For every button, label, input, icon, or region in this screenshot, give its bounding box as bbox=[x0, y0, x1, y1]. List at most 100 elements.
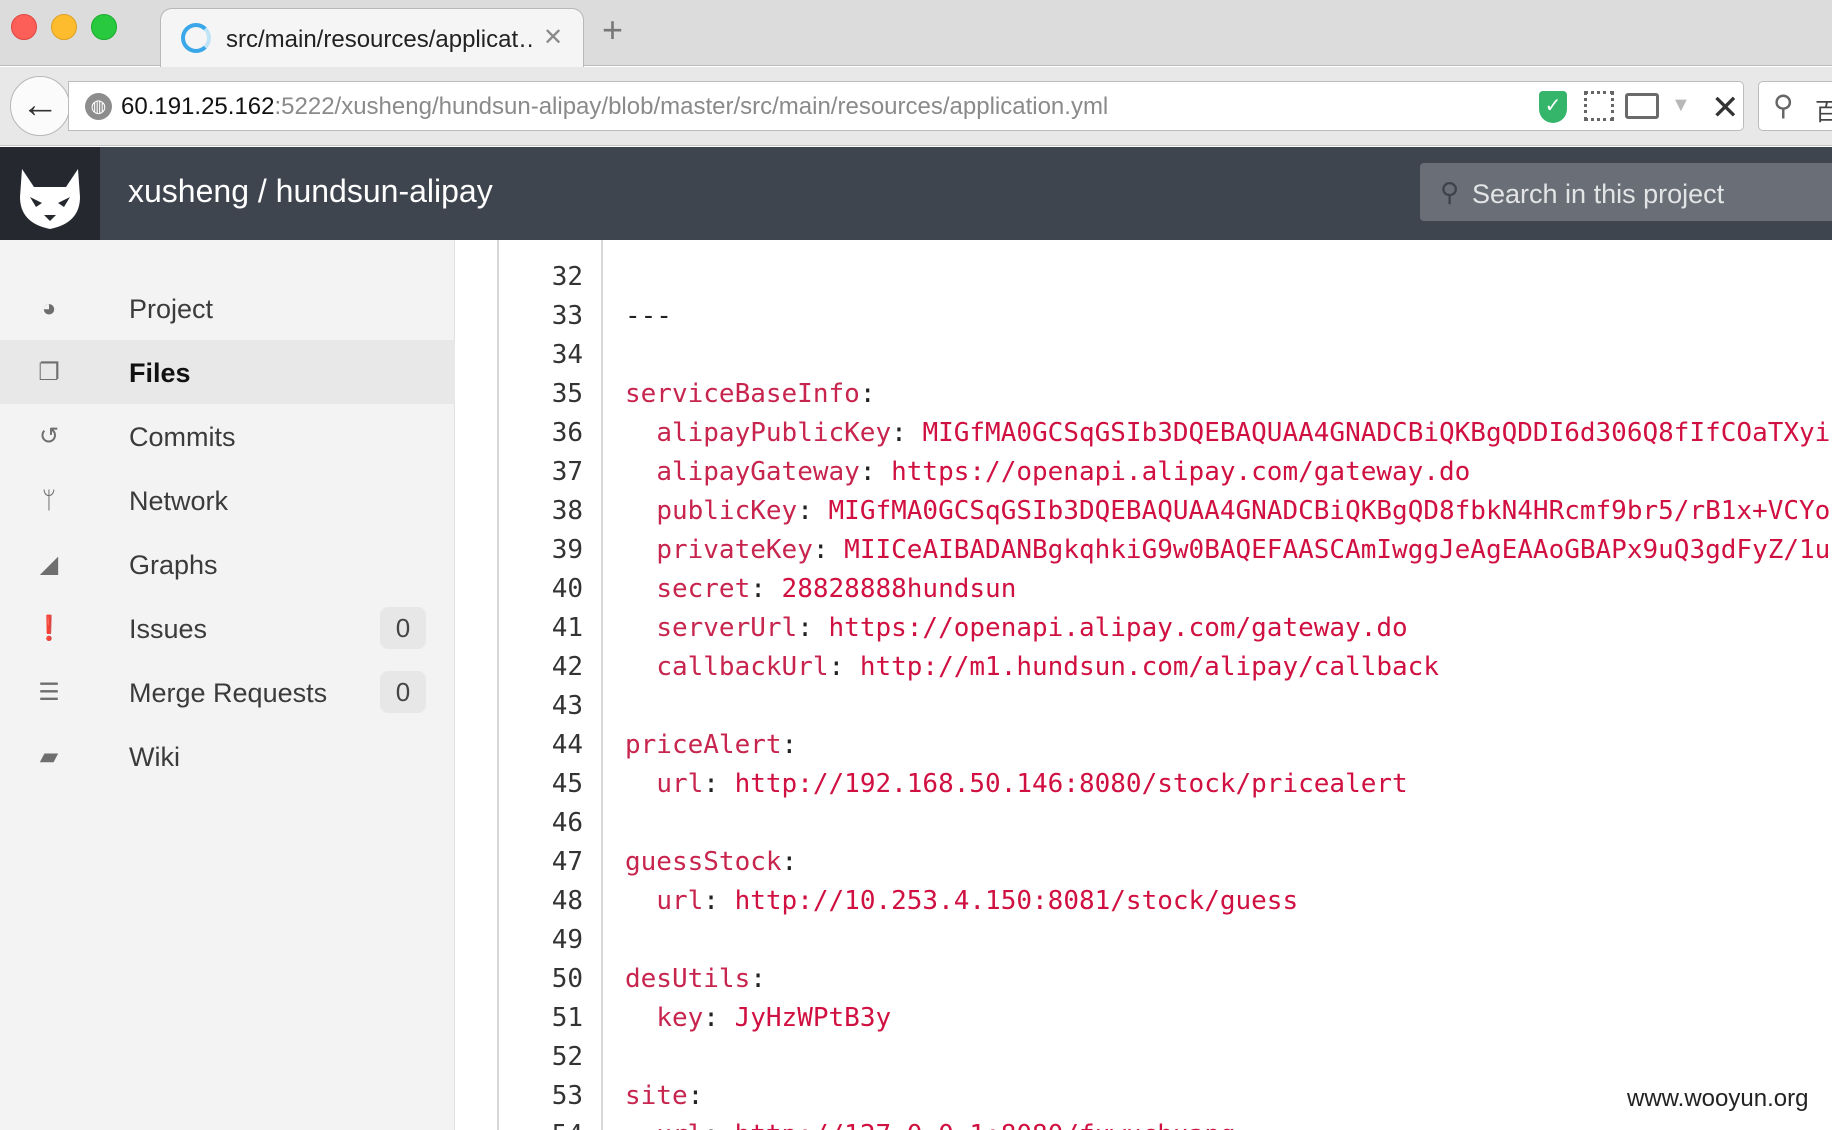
yaml-colon: : bbox=[781, 847, 798, 877]
yaml-key: alipayGateway bbox=[656, 457, 860, 487]
browser-search-box[interactable]: ⚲ 百 bbox=[1758, 81, 1832, 131]
reader-view-icon[interactable] bbox=[1625, 93, 1659, 119]
yaml-key: url bbox=[656, 769, 704, 799]
line-number[interactable]: 47 bbox=[499, 847, 583, 877]
yaml-key: alipayPublicKey bbox=[656, 418, 892, 448]
project-search-input[interactable]: ⚲ Search in this project bbox=[1420, 163, 1832, 221]
yaml-value: MIGfMA0GCSqGSIb3DQEBAQUAA4GNADCBiQKBgQD8… bbox=[828, 496, 1831, 526]
line-number[interactable]: 42 bbox=[499, 652, 583, 682]
yaml-colon: : bbox=[750, 574, 782, 604]
back-button[interactable]: ← bbox=[10, 76, 70, 136]
code-line: --- bbox=[625, 301, 672, 331]
yaml-key: serverUrl bbox=[656, 613, 798, 643]
search-icon: ⚲ bbox=[1440, 177, 1460, 207]
branch-icon: ᛘ bbox=[41, 487, 57, 514]
line-number[interactable]: 38 bbox=[499, 496, 583, 526]
browser-toolbar: ← ◍ 60.191.25.162:5222/xusheng/hundsun-a… bbox=[0, 67, 1832, 146]
chevron-down-icon[interactable]: ▼ bbox=[1671, 94, 1691, 117]
code-line: publicKey: MIGfMA0GCSqGSIb3DQEBAQUAA4GNA… bbox=[625, 496, 1830, 526]
code-line: secret: 28828888hundsun bbox=[625, 574, 1016, 604]
address-bar[interactable]: ◍ 60.191.25.162:5222/xusheng/hundsun-ali… bbox=[68, 81, 1744, 131]
yaml-key: key bbox=[656, 1003, 704, 1033]
sidebar-item-label: Merge Requests bbox=[129, 678, 328, 708]
tab-close-icon[interactable]: ✕ bbox=[543, 23, 563, 52]
line-number[interactable]: 34 bbox=[499, 340, 583, 370]
line-number[interactable]: 36 bbox=[499, 418, 583, 448]
yaml-key: secret bbox=[656, 574, 751, 604]
line-number[interactable]: 43 bbox=[499, 691, 583, 721]
yaml-colon: : bbox=[891, 418, 923, 448]
qr-code-icon[interactable] bbox=[1584, 91, 1614, 121]
line-number[interactable]: 52 bbox=[499, 1042, 583, 1072]
yaml-value: JyHzWPtB3y bbox=[734, 1003, 892, 1033]
project-title[interactable]: xusheng / hundsun-alipay bbox=[128, 173, 493, 210]
yaml-colon: : bbox=[687, 1081, 704, 1111]
yaml-separator: --- bbox=[625, 301, 672, 331]
line-number[interactable]: 39 bbox=[499, 535, 583, 565]
code-line: callbackUrl: http://m1.hundsun.com/alipa… bbox=[625, 652, 1439, 682]
code-line: privateKey: MIICeAIBADANBgkqhkiG9w0BAQEF… bbox=[625, 535, 1830, 565]
browser-tab[interactable]: src/main/resources/applicat… ✕ bbox=[160, 8, 584, 67]
close-window-button[interactable] bbox=[11, 14, 37, 40]
shield-icon[interactable]: ✓ bbox=[1539, 91, 1567, 123]
yaml-key: url bbox=[656, 1120, 703, 1130]
line-number[interactable]: 40 bbox=[499, 574, 583, 604]
code-line: priceAlert: bbox=[625, 730, 797, 760]
sidebar-item-wiki[interactable]: ▰ Wiki bbox=[0, 724, 455, 788]
line-number[interactable]: 44 bbox=[499, 730, 583, 760]
yaml-key: publicKey bbox=[656, 496, 798, 526]
yaml-value: MIGfMA0GCSqGSIb3DQEBAQUAA4GNADCBiQKBgQDD… bbox=[922, 418, 1831, 448]
line-number[interactable]: 33 bbox=[499, 301, 583, 331]
sidebar-item-files[interactable]: ❐ Files bbox=[0, 340, 455, 404]
line-number[interactable]: 35 bbox=[499, 379, 583, 409]
search-icon: ⚲ bbox=[1773, 90, 1794, 121]
yaml-value: MIICeAIBADANBgkqhkiG9w0BAQEFAASCAmIwggJe… bbox=[844, 535, 1831, 565]
code-line: guessStock: bbox=[625, 847, 797, 877]
project-sidebar: ◕ Project ❐ Files ↺ Commits ᛘ Network ◢ … bbox=[0, 240, 455, 1130]
code-line: url: http://10.253.4.150:8081/stock/gues… bbox=[625, 886, 1298, 916]
line-number[interactable]: 50 bbox=[499, 964, 583, 994]
yaml-value: 28828888hundsun bbox=[781, 574, 1017, 604]
minimize-window-button[interactable] bbox=[51, 14, 77, 40]
sidebar-item-network[interactable]: ᛘ Network bbox=[0, 468, 455, 532]
files-icon: ❐ bbox=[38, 359, 60, 386]
sidebar-item-project[interactable]: ◕ Project bbox=[0, 276, 455, 340]
gitlab-logo[interactable] bbox=[0, 147, 100, 240]
line-number[interactable]: 49 bbox=[499, 925, 583, 955]
sidebar-item-merge-requests[interactable]: ☰ Merge Requests 0 bbox=[0, 660, 455, 724]
file-code-view: 32 33 34 35 36 37 38 39 40 41 42 43 44 45 46 47 48 49 50 51… bbox=[497, 240, 1832, 1130]
code-line: key: JyHzWPtB3y bbox=[625, 1003, 891, 1033]
line-number[interactable]: 41 bbox=[499, 613, 583, 643]
line-number[interactable]: 48 bbox=[499, 886, 583, 916]
sidebar-item-issues[interactable]: ❗ Issues 0 bbox=[0, 596, 455, 660]
sidebar-item-graphs[interactable]: ◢ Graphs bbox=[0, 532, 455, 596]
line-number[interactable]: 45 bbox=[499, 769, 583, 799]
line-number[interactable]: 46 bbox=[499, 808, 583, 838]
yaml-colon: : bbox=[859, 457, 892, 487]
line-number[interactable]: 32 bbox=[499, 262, 583, 292]
sidebar-item-label: Project bbox=[129, 294, 214, 324]
url-text[interactable]: 60.191.25.162:5222/xusheng/hundsun-alipa… bbox=[121, 93, 1108, 121]
merge-requests-count-badge: 0 bbox=[380, 671, 426, 713]
line-number[interactable]: 51 bbox=[499, 1003, 583, 1033]
yaml-key: serviceBaseInfo bbox=[625, 379, 860, 409]
zoom-window-button[interactable] bbox=[91, 14, 117, 40]
gitlab-header: xusheng / hundsun-alipay ⚲ Search in thi… bbox=[0, 147, 1832, 240]
line-number[interactable]: 37 bbox=[499, 457, 583, 487]
fox-logo-icon bbox=[20, 169, 80, 229]
line-number[interactable]: 53 bbox=[499, 1081, 583, 1111]
line-number[interactable]: 54 bbox=[499, 1120, 583, 1130]
yaml-colon: : bbox=[703, 769, 735, 799]
code-line: url: http://127.0.0.1:8080/fuwuchuang bbox=[625, 1120, 1235, 1130]
stop-loading-icon[interactable]: ✕ bbox=[1711, 88, 1740, 128]
yaml-colon: : bbox=[703, 886, 735, 916]
new-tab-button[interactable]: + bbox=[602, 12, 623, 48]
yaml-key: site bbox=[625, 1081, 688, 1111]
sidebar-item-commits[interactable]: ↺ Commits bbox=[0, 404, 455, 468]
yaml-key: priceAlert bbox=[625, 730, 782, 760]
search-placeholder: Search in this project bbox=[1472, 179, 1725, 209]
